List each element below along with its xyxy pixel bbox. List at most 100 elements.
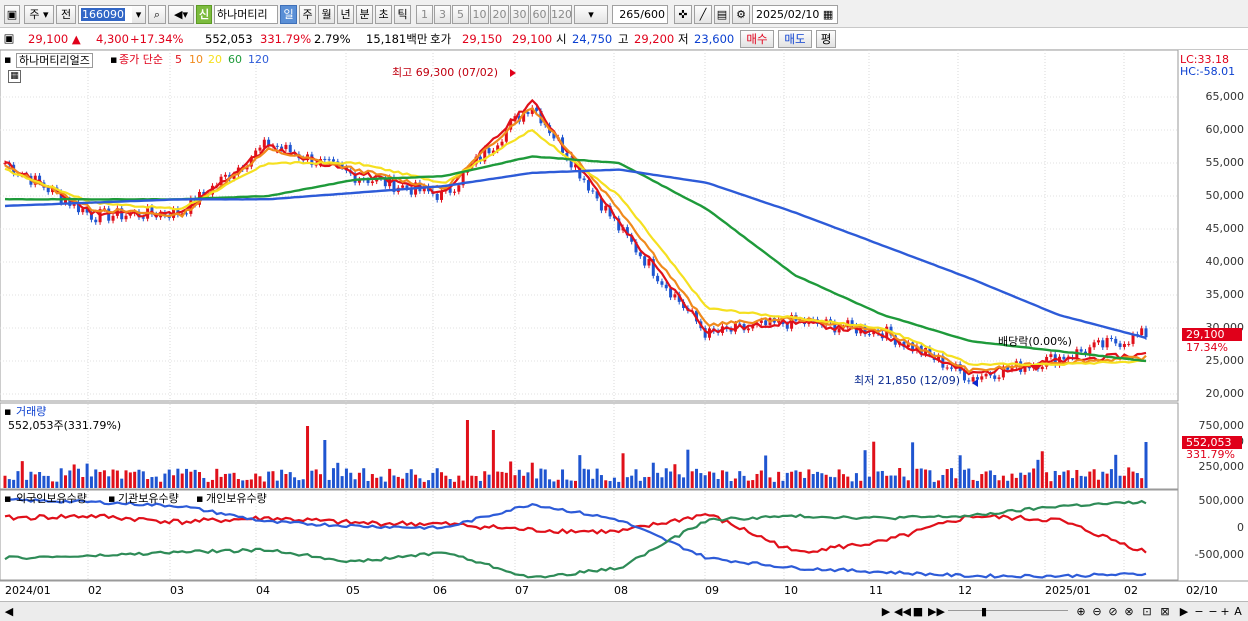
calendar-icon[interactable]: ▦ bbox=[823, 8, 833, 21]
volume-bar bbox=[932, 481, 936, 488]
volume-bar bbox=[409, 469, 413, 488]
candle-body bbox=[124, 215, 128, 220]
period-tab-0[interactable]: 일 bbox=[280, 5, 297, 24]
minus-icon[interactable]: − bbox=[1208, 604, 1218, 619]
volume-bar bbox=[509, 461, 513, 488]
interval-tab-5[interactable]: 30 bbox=[510, 5, 529, 24]
compare-icon[interactable]: ⊠ bbox=[1158, 604, 1172, 619]
candle-body bbox=[837, 328, 841, 333]
rewind-icon[interactable]: ◀◀ bbox=[894, 604, 911, 619]
interval-tab-0[interactable]: 1 bbox=[416, 5, 433, 24]
font-size-icon[interactable]: A bbox=[1232, 604, 1244, 619]
code-dropdown-icon[interactable]: ▾ bbox=[132, 5, 146, 24]
interval-tab-3[interactable]: 10 bbox=[470, 5, 489, 24]
volume-bar bbox=[133, 471, 137, 488]
interval-tab-6[interactable]: 60 bbox=[530, 5, 549, 24]
interval-dropdown[interactable]: ▾ bbox=[574, 5, 608, 24]
volume-bar bbox=[945, 469, 949, 488]
zoom-in-icon[interactable]: ⊕ bbox=[1074, 604, 1088, 619]
price-tick-label: 65,000 bbox=[1205, 90, 1245, 103]
period-tab-5[interactable]: 초 bbox=[375, 5, 392, 24]
zoom-slider-thumb[interactable]: ▮ bbox=[980, 604, 988, 619]
volume-bar bbox=[1140, 478, 1144, 488]
volume-bar bbox=[608, 481, 612, 488]
save-icon[interactable]: ▤ bbox=[714, 5, 730, 24]
speaker-icon[interactable]: ◀▾ bbox=[168, 5, 194, 24]
evaluate-button[interactable]: 평 bbox=[816, 30, 836, 48]
volume-bar bbox=[185, 468, 189, 488]
holding-tick-label: -500,000 bbox=[1194, 548, 1244, 561]
market-type-select[interactable]: 주 ▾ bbox=[24, 5, 54, 24]
fast-forward-icon[interactable]: ▶▶ bbox=[928, 604, 945, 619]
volume-bar bbox=[401, 478, 405, 488]
interval-tab-1[interactable]: 3 bbox=[434, 5, 451, 24]
volume-bar bbox=[880, 470, 884, 488]
volume-bar bbox=[561, 469, 565, 488]
chart-scrollbar[interactable]: ◀ ▶ ◀◀ ■ ▶▶ ▮ ⊕ ⊖ ⊘ ⊗ ⊡ ⊠ ▶ − − + A bbox=[0, 601, 1248, 621]
zoom-out-icon[interactable]: ⊖ bbox=[1090, 604, 1104, 619]
volume-bar bbox=[902, 476, 906, 488]
date-field[interactable]: 2025/02/10 ▦ bbox=[752, 5, 838, 24]
volume-bar bbox=[81, 476, 85, 488]
prev-button[interactable]: 전 bbox=[56, 5, 76, 24]
stop-icon[interactable]: ■ bbox=[912, 604, 924, 619]
volume-bar bbox=[578, 455, 582, 488]
capture-icon[interactable]: ⊡ bbox=[1140, 604, 1154, 619]
zoom-slider-track[interactable] bbox=[948, 610, 1068, 611]
volume-bar bbox=[1135, 473, 1139, 488]
volume-bar bbox=[729, 481, 733, 488]
period-tab-4[interactable]: 분 bbox=[356, 5, 373, 24]
volume-bar bbox=[1109, 469, 1113, 488]
volume-bar bbox=[33, 474, 37, 488]
price-panel-title[interactable]: 하나머티리얼즈 bbox=[16, 53, 93, 68]
scroll-left-icon[interactable]: ◀ bbox=[4, 604, 14, 619]
volume-bar bbox=[146, 479, 150, 488]
volume-bar bbox=[898, 468, 902, 488]
chart-canvas[interactable] bbox=[0, 50, 1248, 601]
zoom-reset-icon[interactable]: ⊘ bbox=[1106, 604, 1120, 619]
grid-toggle-icon[interactable]: ▦ bbox=[8, 70, 21, 83]
search-icon[interactable]: ⌕ bbox=[148, 5, 166, 24]
interval-tab-2[interactable]: 5 bbox=[452, 5, 469, 24]
volume-bar bbox=[102, 470, 106, 488]
interval-tab-4[interactable]: 20 bbox=[490, 5, 509, 24]
sell-button[interactable]: 매도 bbox=[778, 30, 812, 48]
volume-bar bbox=[180, 473, 184, 488]
decrease-icon[interactable]: − bbox=[1194, 604, 1204, 619]
stock-name-field: 하나머티리 bbox=[214, 5, 278, 24]
scroll-right-end-icon[interactable]: ▶ bbox=[1178, 604, 1190, 619]
zoom-fit-icon[interactable]: ⊗ bbox=[1122, 604, 1136, 619]
window-menu-icon[interactable]: ▣ bbox=[4, 5, 20, 24]
settings-gear-icon[interactable]: ⚙ bbox=[732, 5, 750, 24]
open-label: 시 bbox=[556, 32, 567, 46]
price-tick-label: 35,000 bbox=[1205, 288, 1245, 301]
volume-bar bbox=[517, 469, 521, 488]
x-axis-label: 2025/01 bbox=[1045, 584, 1091, 597]
buy-button[interactable]: 매수 bbox=[740, 30, 774, 48]
volume-bar bbox=[431, 472, 435, 488]
candle-body bbox=[945, 367, 949, 369]
volume-bar bbox=[621, 453, 625, 488]
volume-bar bbox=[55, 481, 59, 488]
period-tab-1[interactable]: 주 bbox=[299, 5, 316, 24]
interval-tab-7[interactable]: 120 bbox=[550, 5, 572, 24]
volume-bar bbox=[768, 477, 772, 488]
volume-bar bbox=[1014, 477, 1018, 488]
volume-bar bbox=[1040, 451, 1044, 488]
candle-count-field[interactable]: 265/600 bbox=[612, 5, 668, 24]
plus-icon[interactable]: + bbox=[1220, 604, 1230, 619]
volume-bar bbox=[816, 471, 820, 488]
crosshair-tool-icon[interactable]: ✜ bbox=[674, 5, 692, 24]
volume-bar bbox=[958, 455, 962, 488]
volume-bar bbox=[630, 475, 634, 488]
scroll-right-icon[interactable]: ▶ bbox=[880, 604, 892, 619]
volume: 552,053 bbox=[205, 32, 253, 46]
ma-20-label: 20 bbox=[208, 53, 222, 66]
chart-area[interactable]: ▪ 하나머티리얼즈 ▪ 종가 단순 5 10 20 60 120 ▦ LC:33… bbox=[0, 50, 1248, 601]
period-tab-3[interactable]: 년 bbox=[337, 5, 354, 24]
period-tab-2[interactable]: 월 bbox=[318, 5, 335, 24]
volume-bar bbox=[435, 468, 439, 488]
volume-bar bbox=[314, 469, 318, 488]
drawing-tool-icon[interactable]: ╱ bbox=[694, 5, 712, 24]
period-tab-6[interactable]: 틱 bbox=[394, 5, 411, 24]
